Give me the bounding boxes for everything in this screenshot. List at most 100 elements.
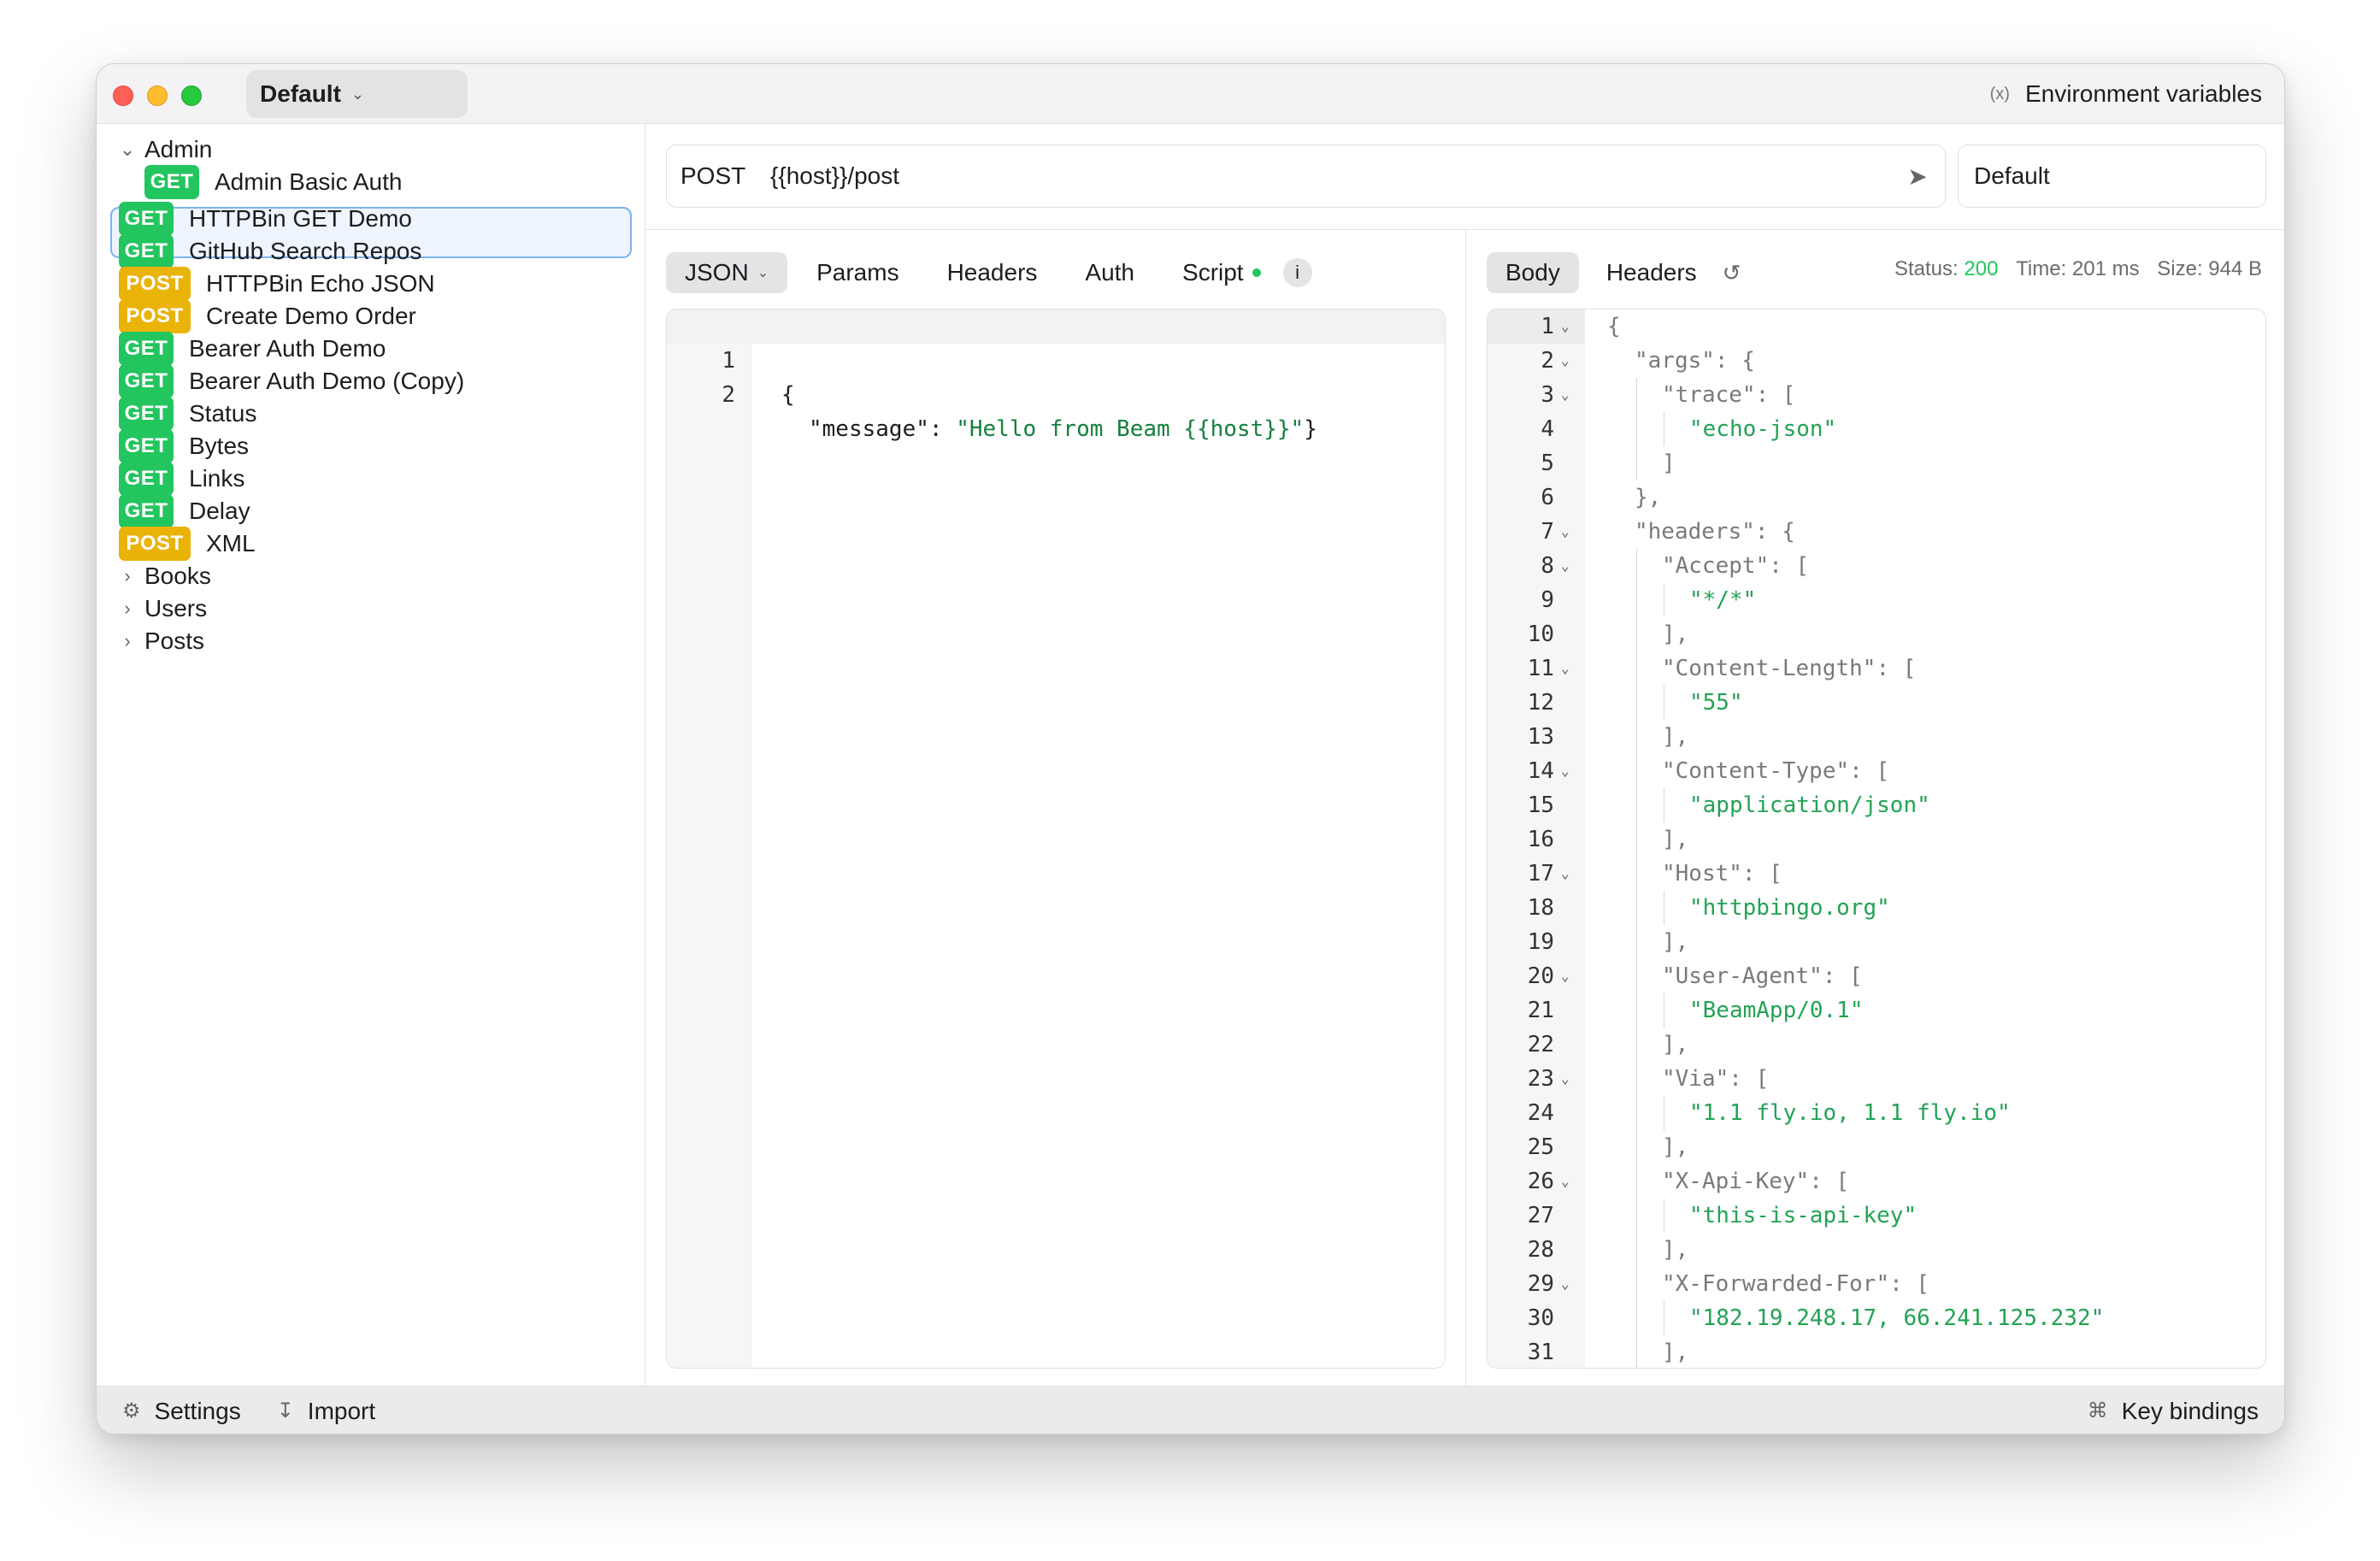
fold-chevron-icon[interactable]: ⌄ (1561, 515, 1570, 549)
response-size: Size: 944 B (2157, 257, 2262, 280)
request-environment-selector[interactable]: Default (1958, 144, 2266, 208)
folder-label: Posts (144, 627, 205, 654)
code-text: { (1607, 314, 1621, 339)
indent-guide (1636, 925, 1637, 959)
line-number: 14 (1527, 758, 1554, 784)
line-number: 24 (1527, 1100, 1554, 1126)
line-number: 25 (1527, 1134, 1554, 1160)
key-bindings-button[interactable]: ⌘ Key bindings (2088, 1398, 2259, 1425)
tab-body[interactable]: Body (1487, 252, 1579, 293)
sidebar-folder-posts[interactable]: › Posts (110, 616, 204, 667)
indent-guide (1636, 1062, 1637, 1096)
line-number: 29 (1527, 1271, 1554, 1297)
tab-auth[interactable]: Auth (1066, 252, 1153, 293)
tab-headers[interactable]: Headers (928, 252, 1057, 293)
settings-button[interactable]: ⚙ Settings (122, 1398, 241, 1425)
tab-label: Body (1505, 259, 1560, 286)
chevron-down-icon: ⌄ (119, 138, 136, 160)
line-number: 21 (1527, 998, 1554, 1023)
key-bindings-label: Key bindings (2121, 1397, 2259, 1424)
code-text: "Via": [ (1662, 1066, 1770, 1092)
indent-guide (1636, 1130, 1637, 1164)
code-text: "User-Agent": [ (1662, 963, 1863, 989)
indent-guide (1636, 583, 1637, 617)
line-number: 17 (1527, 861, 1554, 887)
code-text: "1.1 fly.io, 1.1 fly.io" (1689, 1100, 2011, 1126)
code-text: "Host": [ (1662, 861, 1782, 887)
response-tabs: Body Headers ↺ (1487, 252, 1741, 293)
indent-guide (1636, 993, 1637, 1028)
indent-guide (1636, 1267, 1637, 1301)
line-number: 22 (1527, 1032, 1554, 1057)
fold-chevron-icon[interactable]: ⌄ (1561, 344, 1570, 378)
tab-response-headers[interactable]: Headers (1588, 252, 1716, 293)
code-text: ], (1662, 724, 1689, 750)
history-icon[interactable]: ↺ (1723, 260, 1741, 286)
line-number: 6 (1541, 485, 1554, 510)
fold-chevron-icon[interactable]: ⌄ (1561, 857, 1570, 891)
gear-icon: ⚙ (122, 1399, 141, 1423)
code-text: "headers": { (1635, 519, 1795, 545)
line-number: 16 (1527, 827, 1554, 852)
url-input[interactable]: {{host}}/post (770, 162, 1890, 190)
indent-guide (1636, 720, 1637, 754)
line-number: 13 (1527, 724, 1554, 750)
code-text: "this-is-api-key" (1689, 1203, 1918, 1228)
line-number: 8 (1541, 553, 1554, 579)
environment-variables-button[interactable]: (x) Environment variables (1990, 64, 2262, 124)
indent-guide (1636, 822, 1637, 857)
fold-chevron-icon[interactable]: ⌄ (1561, 378, 1570, 412)
line-number: 15 (1527, 792, 1554, 818)
request-body-editor[interactable]: 1 { 2 "message": "Hello from Beam {{host… (666, 309, 1446, 1369)
import-button[interactable]: ↧ Import (277, 1398, 375, 1425)
code-text: ], (1662, 1032, 1689, 1057)
line-number: 11 (1527, 656, 1554, 681)
app-window: Default ⌄ (x) Environment variables ⌄ Ad… (96, 63, 2285, 1434)
fold-chevron-icon[interactable]: ⌄ (1561, 754, 1570, 788)
tab-params[interactable]: Params (798, 252, 917, 293)
indent-guide (1636, 1028, 1637, 1062)
maximize-window-button[interactable] (181, 85, 202, 106)
tab-script[interactable]: Script (1163, 252, 1280, 293)
send-icon[interactable]: ➤ (1890, 162, 1945, 191)
code-text: "application/json" (1689, 792, 1930, 818)
line-number: 23 (1527, 1066, 1554, 1092)
fold-chevron-icon[interactable]: ⌄ (1561, 651, 1570, 686)
code-text: ], (1662, 1340, 1689, 1365)
url-bar[interactable]: POST {{host}}/post ➤ (666, 144, 1946, 208)
line-number: 2 (722, 382, 735, 408)
pane-splitter[interactable] (1465, 229, 1466, 1386)
environment-selector[interactable]: Default ⌄ (246, 70, 468, 118)
status-bar: ⚙ Settings ↧ Import ⌘ Key bindings (97, 1386, 2284, 1434)
http-method-selector[interactable]: POST (680, 162, 770, 190)
tab-json[interactable]: JSON ⌄ (666, 252, 788, 293)
info-button[interactable]: i (1282, 258, 1312, 287)
tab-label: Script (1182, 259, 1244, 286)
code-text: "BeamApp/0.1" (1689, 998, 1864, 1023)
code-text: "Accept": [ (1662, 553, 1810, 579)
close-window-button[interactable] (113, 85, 133, 106)
line-number: 4 (1541, 416, 1554, 442)
indent-guide (1636, 1199, 1637, 1233)
indent-guide (1636, 651, 1637, 686)
fold-chevron-icon[interactable]: ⌄ (1561, 309, 1570, 344)
indent-guide (1636, 1096, 1637, 1130)
code-text: "X-Forwarded-For": [ (1662, 1271, 1930, 1297)
indent-guide (1636, 1301, 1637, 1335)
tab-label: JSON (685, 259, 749, 286)
request-label: Admin Basic Auth (215, 168, 403, 195)
fold-chevron-icon[interactable]: ⌄ (1561, 959, 1570, 993)
minimize-window-button[interactable] (147, 85, 168, 106)
fold-chevron-icon[interactable]: ⌄ (1561, 549, 1570, 583)
fold-chevron-icon[interactable]: ⌄ (1561, 1062, 1570, 1096)
code-text: "message": "Hello from Beam {{host}}"} (809, 416, 1317, 442)
indent-guide (1636, 378, 1637, 412)
fold-chevron-icon[interactable]: ⌄ (1561, 1267, 1570, 1301)
code-text: "X-Api-Key": [ (1662, 1169, 1850, 1194)
line-number: 3 (1541, 382, 1554, 408)
code-text: "trace": [ (1662, 382, 1796, 408)
fold-chevron-icon[interactable]: ⌄ (1561, 1164, 1570, 1199)
chevron-down-icon: ⌄ (757, 266, 769, 280)
sidebar: ⌄ Admin GET Admin Basic Auth GET HTTPBin… (97, 124, 645, 1386)
response-body-viewer[interactable]: 1 ⌄ {2 ⌄ "args": {3 ⌄ "trace": [4 "echo-json" 5]… (1487, 309, 2266, 1369)
